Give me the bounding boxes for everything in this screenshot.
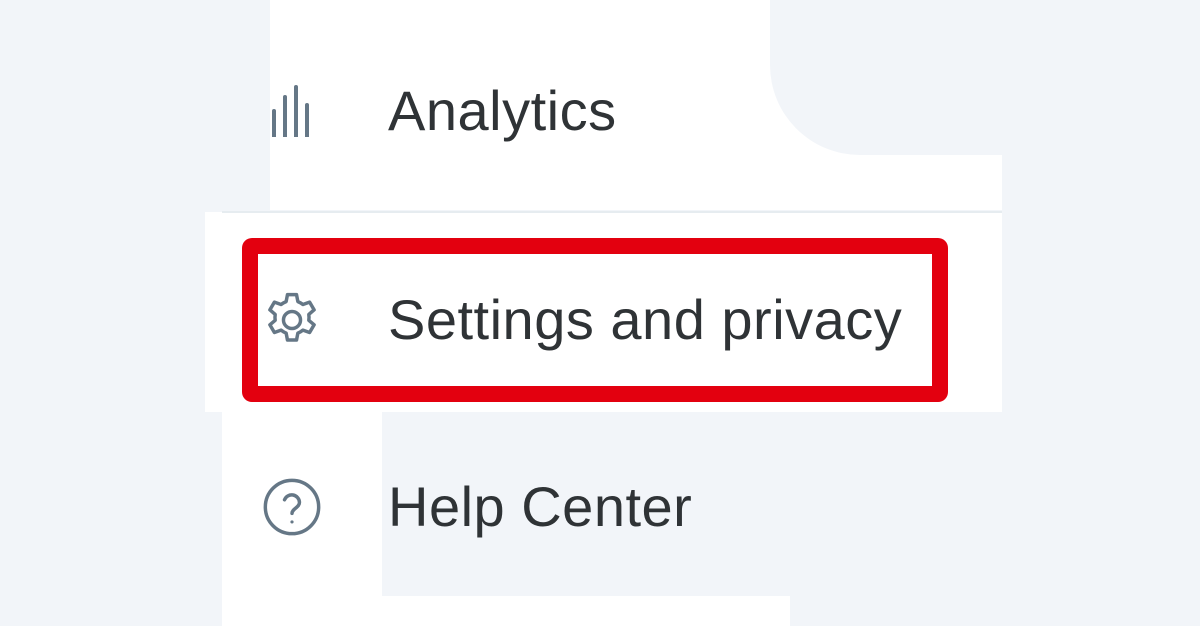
bar-chart-icon xyxy=(260,79,324,143)
more-menu: Analytics Settings and privacy Help Cent… xyxy=(0,0,1200,626)
menu-item-label: Analytics xyxy=(388,79,617,142)
menu-item-label: Help Center xyxy=(388,475,693,538)
highlight-annotation xyxy=(242,238,948,402)
menu-item-analytics[interactable]: Analytics xyxy=(260,78,617,143)
menu-item-help-center[interactable]: Help Center xyxy=(260,474,692,539)
menu-divider xyxy=(222,211,1002,213)
question-circle-icon xyxy=(260,475,324,539)
